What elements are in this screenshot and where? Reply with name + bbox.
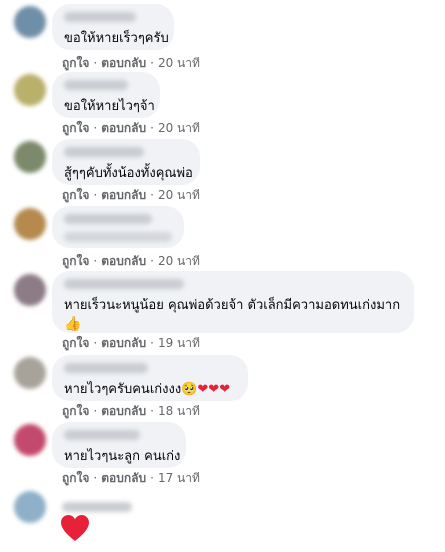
timestamp[interactable]: 19 นาที	[158, 334, 200, 353]
commenter-name[interactable]	[64, 80, 128, 90]
separator: ·	[93, 188, 98, 202]
pleading-face-icon: 🥺	[181, 382, 198, 397]
comment-actions: ถูกใจ · ตอบกลับ · 20 นาที	[62, 186, 200, 205]
reply-button[interactable]: ตอบกลับ	[101, 469, 146, 488]
like-button[interactable]: ถูกใจ	[62, 469, 89, 488]
commenter-name[interactable]	[64, 214, 152, 224]
like-button[interactable]: ถูกใจ	[62, 334, 89, 353]
timestamp[interactable]: 18 นาที	[158, 402, 200, 421]
comment-text: หายไวๆนะลูก คนเก่ง	[64, 449, 181, 464]
like-button[interactable]: ถูกใจ	[62, 54, 89, 73]
comment-bubble: ขอให้หายไวๆจ้า	[52, 72, 160, 118]
heart-icon	[61, 515, 89, 541]
commenter-name[interactable]	[64, 12, 136, 22]
thumbs-up-icon: 👍	[64, 316, 82, 332]
commenter-name[interactable]	[64, 430, 140, 440]
commenter-name[interactable]	[62, 502, 132, 512]
avatar[interactable]	[14, 6, 46, 38]
timestamp[interactable]: 20 นาที	[158, 186, 200, 205]
separator: ·	[150, 188, 154, 202]
separator: ·	[93, 336, 98, 350]
comment-bubble: หายเร็วนะหนูน้อย คุณพ่อด้วยจ้า ตัวเล็กมี…	[52, 271, 414, 333]
separator: ·	[150, 56, 154, 70]
heart-icon: ❤	[197, 382, 209, 397]
comment-text-content: หายไวๆครับคนเก่งงง	[64, 382, 182, 397]
comment-actions: ถูกใจ · ตอบกลับ · 20 นาที	[62, 54, 200, 73]
timestamp[interactable]: 20 นาที	[158, 119, 200, 138]
avatar[interactable]	[14, 274, 46, 306]
timestamp[interactable]: 20 นาที	[158, 54, 200, 73]
commenter-name[interactable]	[64, 279, 184, 289]
comment-text: ขอให้หายไวๆจ้า	[64, 99, 155, 114]
reply-button[interactable]: ตอบกลับ	[101, 119, 146, 138]
comment-bubble: หายไวๆนะลูก คนเก่ง	[52, 422, 186, 468]
avatar[interactable]	[14, 141, 46, 173]
heart-icon: ❤	[208, 382, 220, 397]
like-button[interactable]: ถูกใจ	[62, 252, 89, 271]
avatar[interactable]	[14, 491, 46, 523]
comment-actions: ถูกใจ · ตอบกลับ · 18 นาที	[62, 402, 200, 421]
separator: ·	[150, 471, 154, 485]
comment-bubble	[52, 206, 184, 248]
avatar[interactable]	[14, 74, 46, 106]
comment-actions: ถูกใจ · ตอบกลับ · 20 นาที	[62, 252, 200, 271]
commenter-name[interactable]	[64, 363, 148, 373]
reply-button[interactable]: ตอบกลับ	[101, 334, 146, 353]
like-button[interactable]: ถูกใจ	[62, 402, 89, 421]
reply-button[interactable]: ตอบกลับ	[101, 252, 146, 271]
reply-button[interactable]: ตอบกลับ	[101, 402, 146, 421]
like-button[interactable]: ถูกใจ	[62, 186, 89, 205]
comment-bubble: สู้ๆๆคับทั้งน้องทั้งคุณพ่อ	[52, 139, 200, 185]
comment-text: ขอให้หายเร็วๆครับ	[64, 31, 169, 46]
avatar[interactable]	[14, 357, 46, 389]
separator: ·	[150, 121, 154, 135]
comment-text-content: หายเร็วนะหนูน้อย คุณพ่อด้วยจ้า ตัวเล็กมี…	[64, 298, 401, 313]
comment-actions: ถูกใจ · ตอบกลับ · 20 นาที	[62, 119, 200, 138]
comment-text: หายไวๆครับคนเก่งงง🥺❤❤❤	[64, 381, 236, 399]
comment-actions: ถูกใจ · ตอบกลับ · 19 นาที	[62, 334, 200, 353]
comment-bubble: หายไวๆครับคนเก่งงง🥺❤❤❤	[52, 355, 248, 401]
comment-bubble: ขอให้หายเร็วๆครับ	[52, 4, 174, 50]
reply-button[interactable]: ตอบกลับ	[101, 186, 146, 205]
separator: ·	[150, 254, 154, 268]
separator: ·	[93, 121, 98, 135]
timestamp[interactable]: 20 นาที	[158, 252, 200, 271]
separator: ·	[93, 56, 98, 70]
like-button[interactable]: ถูกใจ	[62, 119, 89, 138]
blurred-comment-text	[64, 232, 172, 242]
comment-text: สู้ๆๆคับทั้งน้องทั้งคุณพ่อ	[64, 166, 193, 181]
separator: ·	[150, 336, 154, 350]
timestamp[interactable]: 17 นาที	[158, 469, 200, 488]
avatar[interactable]	[14, 208, 46, 240]
commenter-name[interactable]	[64, 147, 144, 157]
separator: ·	[93, 254, 98, 268]
heart-icon: ❤	[219, 382, 231, 397]
comment-actions: ถูกใจ · ตอบกลับ · 17 นาที	[62, 469, 200, 488]
avatar[interactable]	[14, 424, 46, 456]
reply-button[interactable]: ตอบกลับ	[101, 54, 146, 73]
separator: ·	[150, 404, 154, 418]
separator: ·	[93, 471, 98, 485]
comment-text: หายเร็วนะหนูน้อย คุณพ่อด้วยจ้า ตัวเล็กมี…	[64, 297, 402, 334]
separator: ·	[93, 404, 98, 418]
